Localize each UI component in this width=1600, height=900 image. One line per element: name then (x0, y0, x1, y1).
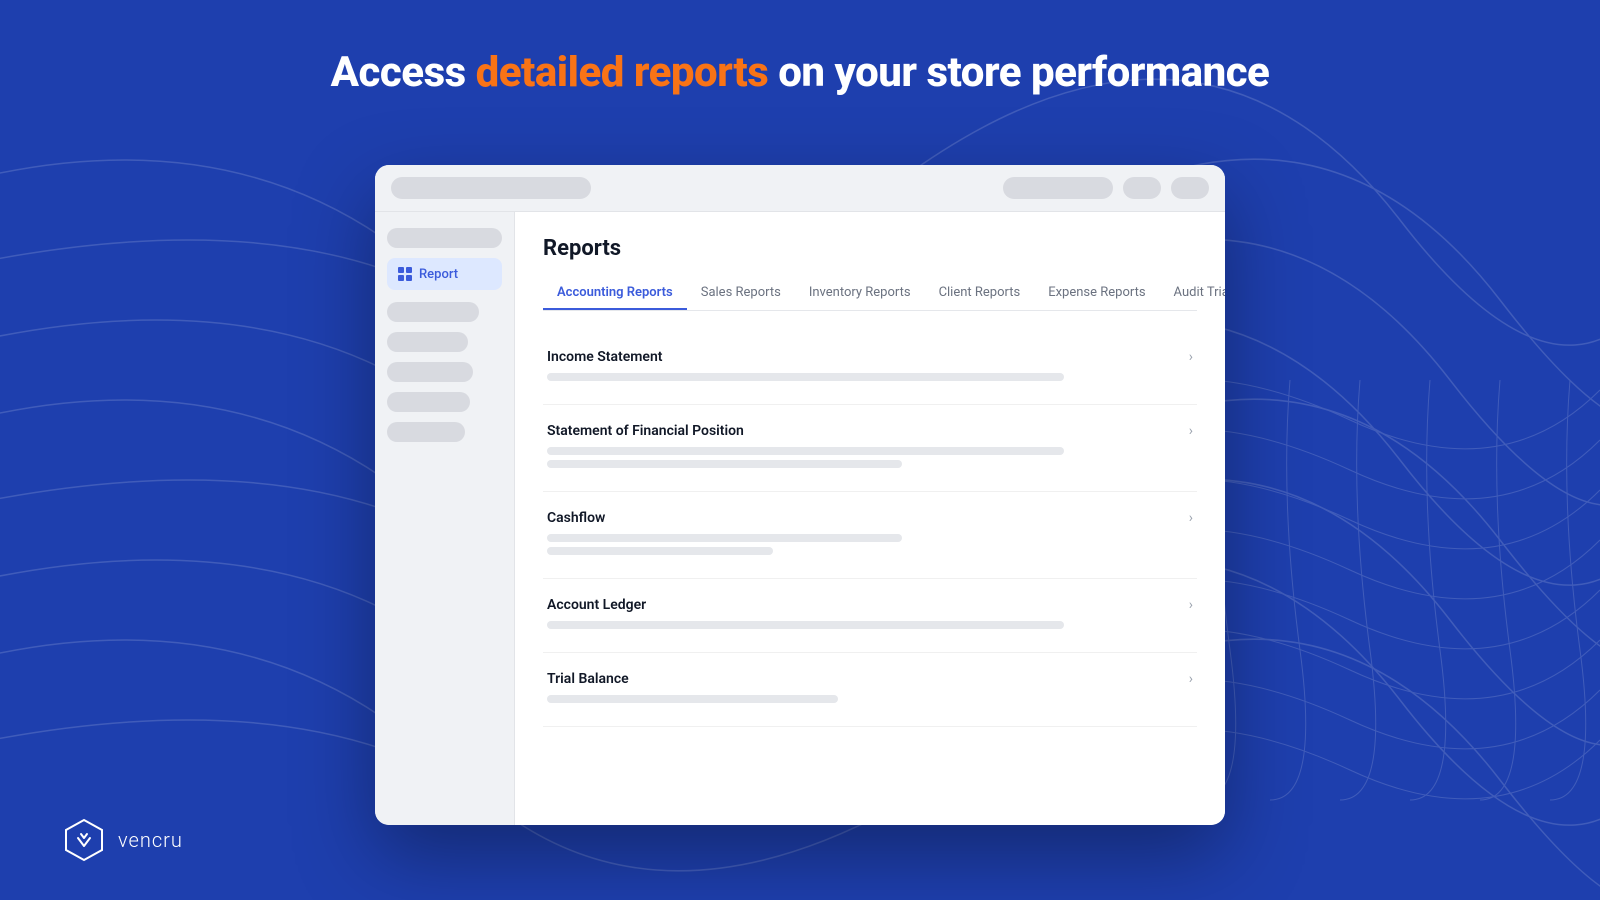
report-item-account-ledger[interactable]: Account Ledger › (543, 579, 1197, 653)
topbar-pill-1 (391, 177, 591, 199)
financial-position-desc-1 (547, 447, 1064, 455)
sidebar-pill-4 (387, 392, 470, 412)
report-icon (397, 266, 413, 282)
report-item-cashflow[interactable]: Cashflow › (543, 492, 1197, 579)
financial-position-desc-2 (547, 460, 902, 468)
tab-audit-trial[interactable]: Audit Trial (1160, 277, 1225, 310)
topbar-pill-3 (1123, 177, 1161, 199)
app-window: Report Reports Accounting Reports Sales … (375, 165, 1225, 825)
topbar-pill-2 (1003, 177, 1113, 199)
sidebar-pill-2 (387, 332, 468, 352)
financial-position-title: Statement of Financial Position (547, 423, 744, 439)
top-bar (375, 165, 1225, 212)
topbar-pill-4 (1171, 177, 1209, 199)
report-item-trial-balance[interactable]: Trial Balance › (543, 653, 1197, 727)
tab-accounting-reports[interactable]: Accounting Reports (543, 277, 687, 310)
content-area: Reports Accounting Reports Sales Reports… (515, 212, 1225, 825)
sidebar-pill-top (387, 228, 502, 248)
report-item-header-3: Cashflow › (547, 510, 1193, 526)
report-item-income-statement[interactable]: Income Statement › (543, 331, 1197, 405)
cashflow-desc-1 (547, 534, 902, 542)
trial-balance-desc-1 (547, 695, 838, 703)
logo-text: vencru (118, 828, 183, 852)
heading-text-normal: Access (331, 48, 476, 97)
heading-text-end: on your store performance (768, 48, 1269, 97)
income-statement-desc-1 (547, 373, 1064, 381)
report-list: Income Statement › Statement of Financia… (543, 331, 1197, 727)
page-title: Reports (543, 236, 1197, 261)
trial-balance-chevron: › (1189, 671, 1193, 687)
account-ledger-chevron: › (1189, 597, 1193, 613)
income-statement-title: Income Statement (547, 349, 662, 365)
tab-sales-reports[interactable]: Sales Reports (687, 277, 795, 310)
logo-hexagon (60, 816, 108, 864)
tabs-container: Accounting Reports Sales Reports Invento… (543, 277, 1197, 311)
sidebar-item-label: Report (419, 267, 458, 282)
report-item-header-2: Statement of Financial Position › (547, 423, 1193, 439)
account-ledger-desc-1 (547, 621, 1064, 629)
heading-highlight: detailed reports (476, 48, 769, 97)
report-item-financial-position[interactable]: Statement of Financial Position › (543, 405, 1197, 492)
trial-balance-title: Trial Balance (547, 671, 629, 687)
report-item-header-5: Trial Balance › (547, 671, 1193, 687)
sidebar-pill-1 (387, 302, 479, 322)
financial-position-chevron: › (1189, 423, 1193, 439)
cashflow-desc-2 (547, 547, 773, 555)
report-item-header: Income Statement › (547, 349, 1193, 365)
cashflow-title: Cashflow (547, 510, 605, 526)
sidebar-item-report[interactable]: Report (387, 258, 502, 290)
income-statement-chevron: › (1189, 349, 1193, 365)
cashflow-chevron: › (1189, 510, 1193, 526)
hero-heading: Access detailed reports on your store pe… (0, 0, 1600, 97)
vencru-logo: vencru (60, 816, 183, 864)
tab-expense-reports[interactable]: Expense Reports (1034, 277, 1159, 310)
sidebar-pill-3 (387, 362, 473, 382)
tab-inventory-reports[interactable]: Inventory Reports (795, 277, 925, 310)
tab-client-reports[interactable]: Client Reports (925, 277, 1035, 310)
sidebar: Report (375, 212, 515, 825)
sidebar-pill-5 (387, 422, 465, 442)
account-ledger-title: Account Ledger (547, 597, 646, 613)
main-layout: Report Reports Accounting Reports Sales … (375, 212, 1225, 825)
report-item-header-4: Account Ledger › (547, 597, 1193, 613)
